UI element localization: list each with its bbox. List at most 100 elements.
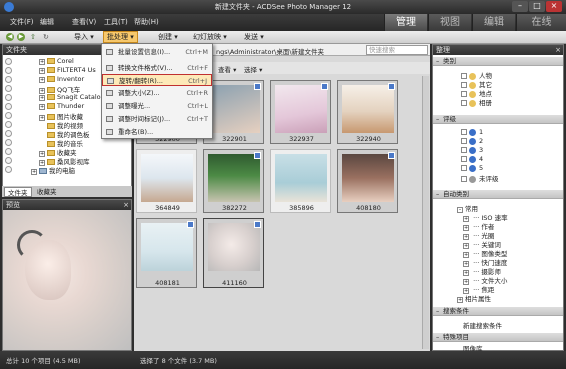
- mode-tab-edit[interactable]: 编辑: [472, 14, 515, 31]
- checkbox-icon[interactable]: [254, 152, 261, 159]
- menu-item-shortcut: Ctrl+T: [187, 115, 208, 123]
- slideshow-button[interactable]: 幻灯放映 ▾: [193, 32, 227, 42]
- status-total: 总计 10 个项目 (4.5 MB): [6, 357, 81, 365]
- thumbnail[interactable]: 322937: [270, 80, 331, 144]
- send-button[interactable]: 发送 ▾: [244, 32, 264, 42]
- maximize-icon[interactable]: □: [529, 1, 545, 12]
- thumbnail-caption: 385896: [289, 204, 314, 212]
- checkbox-icon[interactable]: [187, 221, 194, 228]
- forward-icon[interactable]: ▶: [17, 33, 25, 41]
- section-categories[interactable]: 类别: [433, 57, 563, 66]
- panel-close-icon[interactable]: ×: [123, 200, 129, 210]
- view-menu[interactable]: 查看 ▾: [218, 64, 236, 74]
- menu-help[interactable]: 帮助(H): [134, 17, 159, 27]
- thumbnail[interactable]: 322940: [337, 80, 398, 144]
- checkbox-icon[interactable]: [461, 138, 467, 144]
- rating-label: 4: [479, 155, 484, 163]
- section-auto-categories[interactable]: 自动类别: [433, 190, 563, 199]
- menu-item-rename[interactable]: 重命名(B)...: [102, 126, 212, 138]
- thumbnail[interactable]: 411160: [203, 218, 264, 288]
- checkbox-icon[interactable]: [254, 83, 261, 90]
- close-icon[interactable]: ×: [546, 1, 562, 12]
- section-ratings[interactable]: 评级: [433, 115, 563, 124]
- slideshow-label: 幻灯放映: [193, 33, 221, 41]
- rating-item[interactable]: 3: [461, 146, 483, 154]
- thumbnail-image: [141, 223, 193, 271]
- thumbnail-image: [342, 85, 394, 133]
- checkbox-icon[interactable]: [254, 221, 261, 228]
- thumbnail-image: [275, 154, 327, 202]
- checkbox-icon[interactable]: [461, 100, 467, 106]
- thumbnail[interactable]: 408180: [337, 149, 398, 213]
- tab-favorites[interactable]: 收藏夹: [34, 187, 60, 197]
- thumbnail[interactable]: 382272: [203, 149, 264, 213]
- checkbox-icon[interactable]: [461, 156, 467, 162]
- thumbnail-caption: 322940: [356, 135, 381, 143]
- tab-folders[interactable]: 文件夹: [4, 187, 32, 197]
- batch-button[interactable]: 批处理 ▾: [103, 31, 138, 43]
- menu-item-batch-info[interactable]: 批量设置信息(I)... Ctrl+M: [102, 46, 212, 58]
- folder-icon: [47, 94, 55, 100]
- section-saved-searches[interactable]: 搜索条件: [433, 307, 563, 316]
- checkbox-icon[interactable]: [461, 176, 467, 182]
- create-button[interactable]: 创建 ▾: [158, 32, 178, 42]
- rotate-icon: [107, 78, 114, 84]
- section-special-items[interactable]: 特殊项目: [433, 333, 563, 342]
- panel-close-icon[interactable]: ×: [555, 45, 561, 55]
- category-item[interactable]: 相册: [461, 97, 492, 107]
- refresh-icon[interactable]: ↻: [43, 33, 52, 41]
- thumbnail-caption: 364849: [155, 204, 180, 212]
- view-menu-label: 查看: [218, 66, 231, 74]
- rating-item[interactable]: 1: [461, 128, 483, 136]
- menu-view[interactable]: 查看(V): [72, 17, 96, 27]
- rating-item[interactable]: 5: [461, 164, 483, 172]
- quick-search-input[interactable]: 快速搜索: [366, 45, 428, 55]
- convert-icon: [106, 65, 113, 71]
- thumbnail[interactable]: 408181: [136, 218, 197, 288]
- rating-icon: [469, 155, 476, 163]
- rating-label: 未评级: [479, 175, 499, 183]
- select-menu[interactable]: 选择 ▾: [244, 64, 262, 74]
- vertical-scrollbar[interactable]: [422, 76, 429, 349]
- checkbox-icon[interactable]: [388, 152, 395, 159]
- thumbnail[interactable]: 385896: [270, 149, 331, 213]
- menu-item-label: 批量设置信息(I)...: [118, 48, 171, 56]
- menu-tools[interactable]: 工具(T): [104, 17, 128, 27]
- preview-panel: 预览 ×: [2, 199, 132, 351]
- minimize-icon[interactable]: –: [512, 1, 528, 12]
- checkbox-icon[interactable]: [388, 83, 395, 90]
- thumbnail-image: [208, 154, 260, 202]
- folder-icon: [47, 103, 55, 109]
- menu-file[interactable]: 文件(F): [10, 17, 34, 27]
- select-menu-label: 选择: [244, 66, 257, 74]
- back-icon[interactable]: ◀: [6, 33, 14, 41]
- rename-icon: [106, 129, 113, 135]
- rating-item[interactable]: 4: [461, 155, 483, 163]
- menu-item-rotate-flip[interactable]: 旋转/翻转(R)... Ctrl+J: [102, 74, 212, 86]
- checkbox-icon[interactable]: [461, 165, 467, 171]
- menu-item-exposure[interactable]: 调整曝光... Ctrl+L: [102, 100, 212, 112]
- mode-tab-view[interactable]: 视图: [428, 14, 471, 31]
- menu-item-timestamp[interactable]: 调整时间标记(J)... Ctrl+T: [102, 113, 212, 125]
- checkbox-icon[interactable]: [461, 147, 467, 153]
- menu-item-shortcut: Ctrl+F: [187, 64, 208, 72]
- thumbnail[interactable]: 364849: [136, 149, 197, 213]
- auto-category-item[interactable]: + 相片属性: [457, 293, 491, 303]
- menu-item-resize[interactable]: 调整大小(Z)... Ctrl+R: [102, 87, 212, 99]
- menu-edit[interactable]: 编辑: [40, 17, 54, 27]
- up-folder-icon[interactable]: ⇧: [30, 33, 39, 41]
- category-label: 相册: [479, 99, 492, 107]
- import-button[interactable]: 导入 ▾: [74, 32, 94, 42]
- rating-item[interactable]: 2: [461, 137, 483, 145]
- thumbnail-caption: 322901: [222, 135, 247, 143]
- rating-label: 1: [479, 128, 484, 136]
- rating-item[interactable]: 未评级: [461, 173, 499, 183]
- mode-tab-manage[interactable]: 管理: [384, 14, 427, 31]
- menu-item-shortcut: Ctrl+L: [187, 102, 208, 110]
- checkbox-icon[interactable]: [461, 129, 467, 135]
- menu-item-label: 调整曝光...: [118, 102, 151, 110]
- mode-tab-online[interactable]: 在线: [516, 14, 566, 31]
- new-search-item[interactable]: 新建搜索条件: [463, 320, 502, 330]
- checkbox-icon[interactable]: [321, 83, 328, 90]
- menu-item-convert-format[interactable]: 转换文件格式(V)... Ctrl+F: [102, 62, 212, 74]
